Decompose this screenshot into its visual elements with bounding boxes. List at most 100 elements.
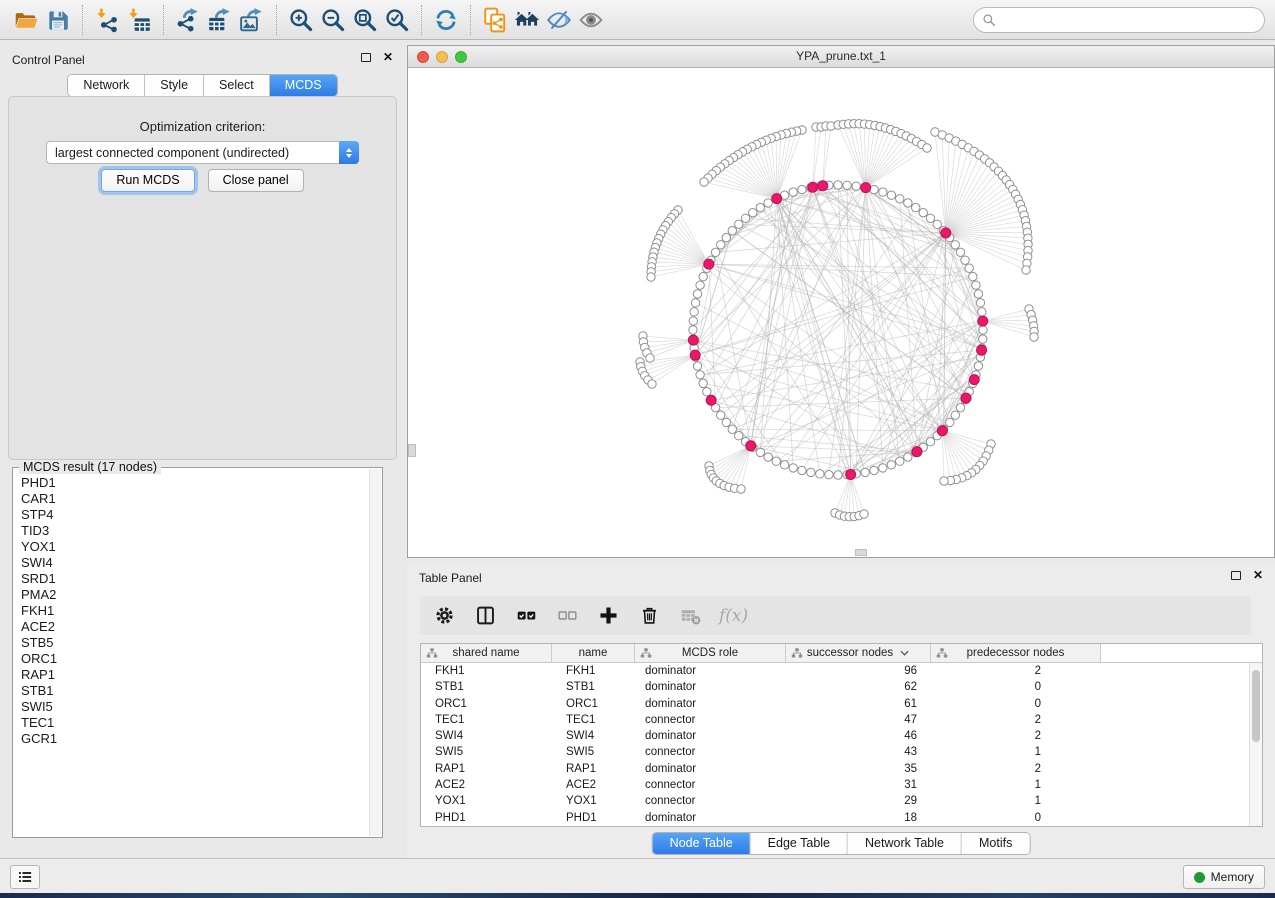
- cell-predecessor-nodes[interactable]: 0: [931, 810, 1101, 826]
- column-header-name[interactable]: name: [552, 644, 635, 662]
- cell-shared-name[interactable]: ACE2: [421, 777, 552, 793]
- mcds-result-item[interactable]: TEC1: [21, 715, 368, 731]
- cell-successor-nodes[interactable]: 46: [786, 728, 931, 744]
- save-session-button[interactable]: [42, 4, 74, 36]
- cell-shared-name[interactable]: TEC1: [421, 712, 552, 728]
- cell-name[interactable]: TEC1: [552, 712, 635, 728]
- cell-shared-name[interactable]: FKH1: [421, 663, 552, 679]
- network-canvas[interactable]: [408, 68, 1274, 557]
- cell-name[interactable]: ORC1: [552, 696, 635, 712]
- delete-table-button[interactable]: [678, 604, 702, 628]
- mcds-result-item[interactable]: STP4: [21, 507, 368, 523]
- tab-select[interactable]: Select: [204, 75, 270, 96]
- column-header-shared-name[interactable]: shared name: [421, 644, 552, 662]
- maximize-window-icon[interactable]: [455, 51, 467, 63]
- cell-mcds-role[interactable]: connector: [635, 777, 786, 793]
- mcds-result-item[interactable]: SRD1: [21, 571, 368, 587]
- cell-mcds-role[interactable]: connector: [635, 712, 786, 728]
- mcds-result-scrollbar[interactable]: [369, 469, 381, 836]
- export-image-button[interactable]: [236, 4, 268, 36]
- mcds-result-item[interactable]: SWI5: [21, 699, 368, 715]
- cell-name[interactable]: SWI5: [552, 744, 635, 760]
- cell-name[interactable]: RAP1: [552, 761, 635, 777]
- table-row[interactable]: ACE2ACE2connector311: [421, 777, 1262, 793]
- memory-button[interactable]: Memory: [1183, 865, 1265, 889]
- cell-shared-name[interactable]: RAP1: [421, 761, 552, 777]
- cell-mcds-role[interactable]: dominator: [635, 761, 786, 777]
- create-column-button[interactable]: [596, 604, 620, 628]
- cell-mcds-role[interactable]: dominator: [635, 728, 786, 744]
- table-row[interactable]: SWI4SWI4dominator462: [421, 728, 1262, 744]
- column-header-successor-nodes[interactable]: successor nodes: [786, 644, 931, 662]
- cell-successor-nodes[interactable]: 47: [786, 712, 931, 728]
- cell-successor-nodes[interactable]: 35: [786, 761, 931, 777]
- column-header-mcds-role[interactable]: MCDS role: [635, 644, 786, 662]
- export-network-button[interactable]: [172, 4, 204, 36]
- cell-name[interactable]: SWI4: [552, 728, 635, 744]
- zoom-fit-button[interactable]: [349, 4, 381, 36]
- tab-style[interactable]: Style: [145, 75, 204, 96]
- zoom-out-button[interactable]: [317, 4, 349, 36]
- zoom-in-button[interactable]: [285, 4, 317, 36]
- cell-shared-name[interactable]: ORC1: [421, 696, 552, 712]
- cell-successor-nodes[interactable]: 43: [786, 744, 931, 760]
- table-tab-node-table[interactable]: Node Table: [653, 833, 751, 854]
- close-table-panel-icon[interactable]: ✕: [1253, 570, 1263, 580]
- table-settings-button[interactable]: [432, 604, 456, 628]
- mcds-result-item[interactable]: ORC1: [21, 651, 368, 667]
- run-mcds-button[interactable]: Run MCDS: [101, 169, 194, 192]
- import-table-button[interactable]: [123, 4, 155, 36]
- hide-selected-button[interactable]: [543, 4, 575, 36]
- tab-mcds[interactable]: MCDS: [270, 75, 337, 96]
- zoom-selected-button[interactable]: [381, 4, 413, 36]
- table-row[interactable]: FKH1FKH1dominator962: [421, 663, 1262, 679]
- cell-shared-name[interactable]: STB1: [421, 679, 552, 695]
- network-horizontal-scroll-thumb[interactable]: [855, 549, 867, 556]
- cell-predecessor-nodes[interactable]: 2: [931, 761, 1101, 777]
- cell-shared-name[interactable]: PHD1: [421, 810, 552, 826]
- table-tab-edge-table[interactable]: Edge Table: [751, 833, 848, 854]
- close-panel-button[interactable]: Close panel: [208, 169, 304, 192]
- table-row[interactable]: TEC1TEC1connector472: [421, 712, 1262, 728]
- mcds-result-item[interactable]: FKH1: [21, 603, 368, 619]
- cell-successor-nodes[interactable]: 61: [786, 696, 931, 712]
- mcds-result-item[interactable]: PHD1: [21, 475, 368, 491]
- task-history-button[interactable]: [10, 865, 40, 889]
- clone-network-button[interactable]: [479, 4, 511, 36]
- cell-shared-name[interactable]: SWI5: [421, 744, 552, 760]
- deselect-all-rows-button[interactable]: [555, 604, 579, 628]
- cell-predecessor-nodes[interactable]: 2: [931, 728, 1101, 744]
- mcds-result-item[interactable]: CAR1: [21, 491, 368, 507]
- network-graph[interactable]: [408, 68, 1273, 558]
- cell-successor-nodes[interactable]: 62: [786, 679, 931, 695]
- open-file-button[interactable]: [10, 4, 42, 36]
- table-row[interactable]: RAP1RAP1dominator352: [421, 761, 1262, 777]
- apply-layout-button[interactable]: [430, 4, 462, 36]
- network-window-titlebar[interactable]: YPA_prune.txt_1: [408, 46, 1274, 68]
- show-all-button[interactable]: [575, 4, 607, 36]
- cell-successor-nodes[interactable]: 29: [786, 793, 931, 809]
- close-panel-icon[interactable]: ✕: [383, 52, 393, 62]
- minimize-window-icon[interactable]: [436, 51, 448, 63]
- mcds-result-item[interactable]: RAP1: [21, 667, 368, 683]
- float-table-panel-icon[interactable]: [1231, 571, 1241, 580]
- cell-predecessor-nodes[interactable]: 1: [931, 744, 1101, 760]
- mcds-result-item[interactable]: YOX1: [21, 539, 368, 555]
- table-row[interactable]: PHD1PHD1dominator180: [421, 810, 1262, 826]
- cell-name[interactable]: STB1: [552, 679, 635, 695]
- table-tab-network-table[interactable]: Network Table: [848, 833, 962, 854]
- cell-predecessor-nodes[interactable]: 0: [931, 696, 1101, 712]
- cell-mcds-role[interactable]: dominator: [635, 810, 786, 826]
- cell-successor-nodes[interactable]: 18: [786, 810, 931, 826]
- cell-shared-name[interactable]: SWI4: [421, 728, 552, 744]
- table-row[interactable]: YOX1YOX1connector291: [421, 793, 1262, 809]
- mcds-result-item[interactable]: ACE2: [21, 619, 368, 635]
- export-table-button[interactable]: [204, 4, 236, 36]
- cell-name[interactable]: PHD1: [552, 810, 635, 826]
- select-all-rows-button[interactable]: [514, 604, 538, 628]
- cell-successor-nodes[interactable]: 31: [786, 777, 931, 793]
- tab-network[interactable]: Network: [68, 75, 145, 96]
- table-row[interactable]: ORC1ORC1dominator610: [421, 696, 1262, 712]
- cell-predecessor-nodes[interactable]: 1: [931, 777, 1101, 793]
- cell-mcds-role[interactable]: dominator: [635, 696, 786, 712]
